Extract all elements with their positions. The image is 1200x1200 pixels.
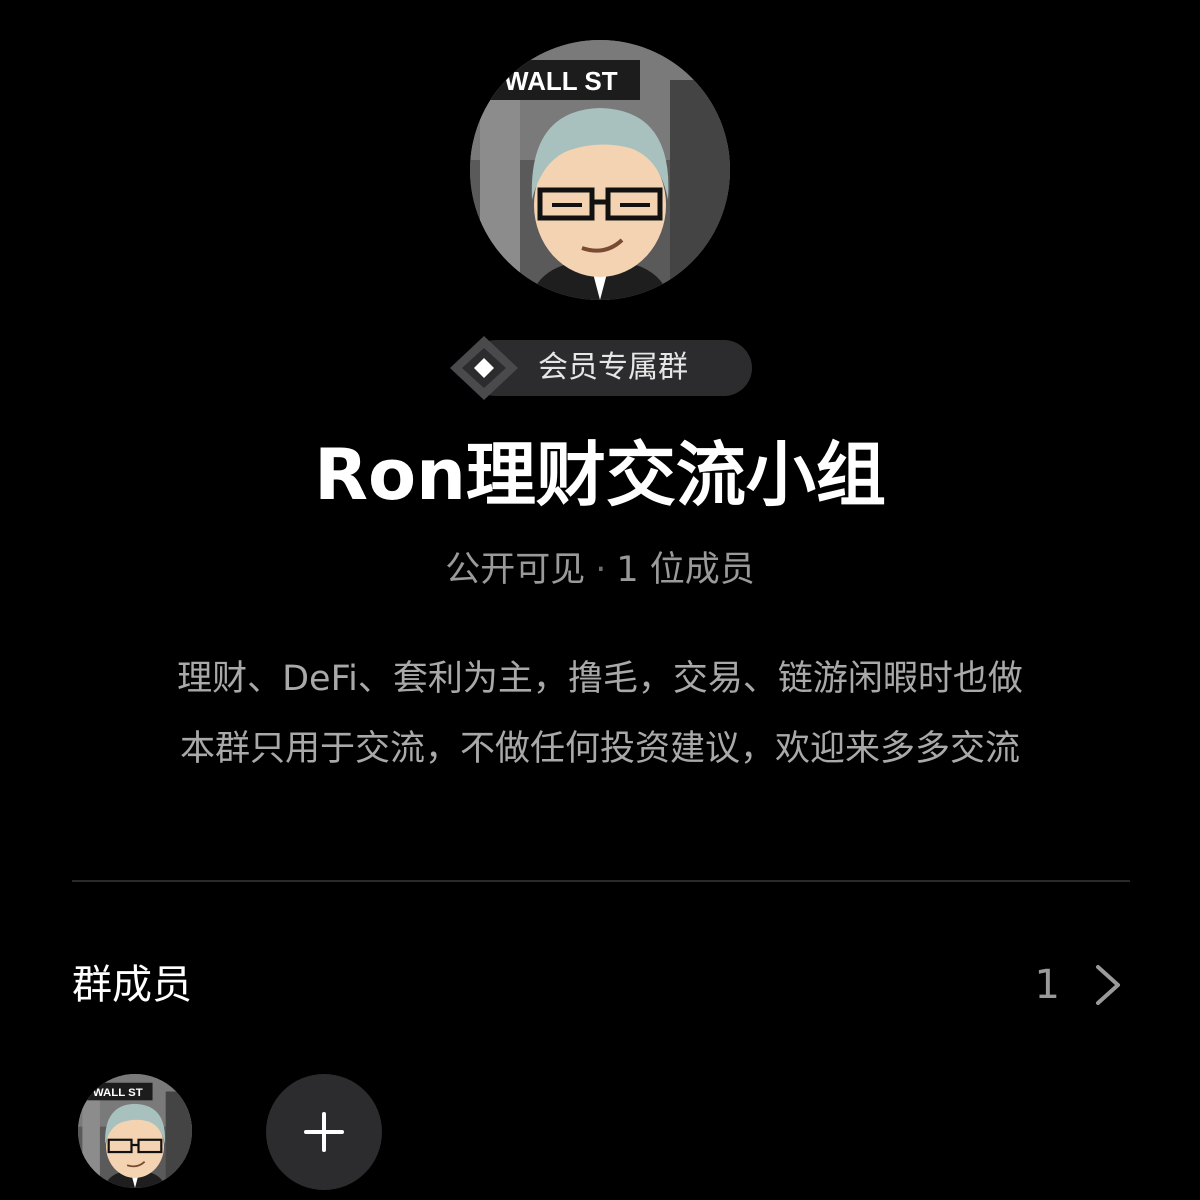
chevron-right-icon <box>1096 965 1120 1005</box>
wall-st-sign-text: WALL ST <box>93 1087 143 1099</box>
meta-separator: · <box>595 550 607 590</box>
wall-st-sign-text: WALL ST <box>504 66 618 96</box>
plus-icon <box>304 1112 344 1152</box>
cartoon-man-avatar-image: WALL ST <box>470 40 730 300</box>
badge-label: 会员专属群 <box>538 350 688 385</box>
description-line-2: 本群只用于交流，不做任何投资建议，欢迎来多多交流 <box>179 729 1020 769</box>
members-count: 1 <box>1034 962 1060 1008</box>
description-line-1: 理财、DeFi、套利为主，撸毛，交易、链游闲暇时也做 <box>177 659 1023 699</box>
group-title: Ron理财交流小组 <box>314 434 886 516</box>
member-avatar[interactable]: WALL ST <box>78 1074 192 1188</box>
member-count-text: 1 位成员 <box>616 550 755 590</box>
diamond-icon <box>448 334 520 402</box>
visibility-text: 公开可见 <box>445 550 586 590</box>
group-description: 理财、DeFi、套利为主，撸毛，交易、链游闲暇时也做 本群只用于交流，不做任何投… <box>60 644 1140 784</box>
group-meta: 公开可见 · 1 位成员 <box>0 544 1200 596</box>
group-avatar[interactable]: WALL ST <box>470 40 730 300</box>
members-label: 群成员 <box>72 962 192 1008</box>
cartoon-man-avatar-image: WALL ST <box>78 1074 192 1188</box>
group-members-row[interactable]: 群成员 1 <box>72 950 1130 1020</box>
divider <box>72 880 1130 882</box>
add-member-button[interactable] <box>266 1074 382 1190</box>
member-only-badge: 会员专属群 <box>448 336 752 400</box>
group-profile-page: WALL ST 会员专属群 Ron理财交流小组 公开可见 · 1 位成员 理财、… <box>0 0 1200 1200</box>
